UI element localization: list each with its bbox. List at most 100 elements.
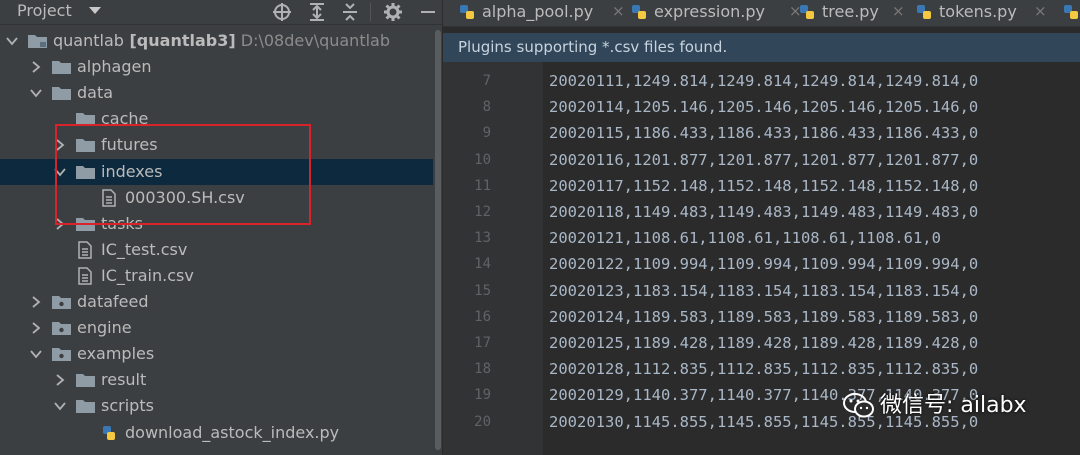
header-divider bbox=[370, 3, 371, 21]
tree-item[interactable]: indexes bbox=[0, 158, 442, 185]
chevron-right-icon[interactable] bbox=[54, 374, 66, 386]
project-scrollbar[interactable] bbox=[433, 26, 442, 455]
chevron-down-icon[interactable] bbox=[30, 348, 42, 360]
tree-item-label: futures bbox=[101, 132, 158, 158]
project-panel-title[interactable]: Project bbox=[17, 0, 72, 22]
line-number: 11 bbox=[474, 177, 491, 194]
chevron-right-icon[interactable] bbox=[30, 322, 42, 334]
tab-label: tree.py bbox=[822, 2, 879, 21]
tree-item-name: tasks bbox=[101, 213, 144, 233]
tree-item[interactable]: engine bbox=[0, 315, 442, 341]
tree-item-label: 000300.SH.csv bbox=[125, 185, 245, 211]
tree-item[interactable]: IC_train.csv bbox=[0, 263, 442, 289]
code-line[interactable]: 20020123,1183.154,1183.154,1183.154,1183… bbox=[549, 278, 978, 304]
code-line[interactable]: 20020128,1112.835,1112.835,1112.835,1112… bbox=[549, 356, 978, 382]
scrollbar-thumb[interactable] bbox=[435, 30, 441, 450]
chevron-down-icon[interactable] bbox=[6, 35, 18, 47]
tree-item[interactable]: quantlab [quantlab3] D:\08dev\quantlab bbox=[0, 28, 442, 54]
chevron-down-icon[interactable] bbox=[30, 87, 42, 99]
tree-item-name: indexes bbox=[101, 161, 163, 181]
line-number: 9 bbox=[482, 125, 491, 142]
line-number: 16 bbox=[474, 308, 491, 325]
folder-icon bbox=[52, 87, 71, 101]
folder-icon bbox=[52, 61, 71, 75]
tree-item-label: tasks bbox=[101, 211, 143, 237]
tree-item-label: scripts bbox=[101, 393, 154, 419]
tree-item[interactable]: alphagen bbox=[0, 54, 442, 80]
tree-item-name: result bbox=[101, 370, 147, 390]
line-number: 14 bbox=[474, 256, 491, 273]
line-number: 12 bbox=[474, 204, 491, 220]
tree-item[interactable]: scripts bbox=[0, 393, 442, 419]
tree-item-label: indexes bbox=[101, 159, 162, 185]
settings-gear-icon[interactable] bbox=[383, 2, 403, 22]
tree-item-name: IC_test.csv bbox=[101, 239, 188, 259]
tree-item[interactable]: result bbox=[0, 367, 442, 393]
tree-item-name: IC_train.csv bbox=[101, 265, 194, 285]
tree-item[interactable]: tasks bbox=[0, 211, 442, 237]
tree-item[interactable]: IC_test.csv bbox=[0, 237, 442, 263]
code-line[interactable]: 20020118,1149.483,1149.483,1149.483,1149… bbox=[549, 199, 978, 225]
code-line[interactable]: 20020125,1189.428,1189.428,1189.428,1189… bbox=[549, 330, 978, 356]
chevron-down-icon[interactable] bbox=[89, 7, 101, 14]
hide-panel-icon[interactable] bbox=[418, 2, 438, 22]
collapse-all-icon[interactable] bbox=[340, 2, 360, 22]
python-file-icon bbox=[632, 5, 646, 19]
chevron-down-icon[interactable] bbox=[54, 166, 66, 178]
package-folder-icon bbox=[52, 296, 71, 309]
line-number: 13 bbox=[474, 230, 491, 247]
chevron-right-icon[interactable] bbox=[54, 139, 66, 152]
chevron-down-icon[interactable] bbox=[54, 400, 66, 412]
tab-label: tokens.py bbox=[939, 2, 1017, 21]
tree-item[interactable]: futures bbox=[0, 132, 442, 158]
tree-item-name: examples bbox=[77, 344, 155, 364]
tree-item[interactable]: 000300.SH.csv bbox=[0, 185, 442, 211]
wechat-logo-icon bbox=[843, 393, 874, 418]
tree-item[interactable]: data bbox=[0, 80, 442, 106]
line-number-gutter: 7 8 9 10 11 12 13 14 15 16 17 18 19 20 bbox=[443, 62, 543, 455]
line-number: 10 bbox=[474, 151, 491, 168]
tree-item[interactable]: datafeed bbox=[0, 289, 442, 315]
tree-item-name: datafeed bbox=[77, 292, 149, 311]
code-line[interactable]: 20020124,1189.583,1189.583,1189.583,1189… bbox=[549, 304, 978, 330]
code-line[interactable]: 20020115,1186.433,1186.433,1186.433,1186… bbox=[549, 120, 978, 146]
tree-item-label: quantlab [quantlab3] D:\08dev\quantlab bbox=[53, 28, 390, 54]
expand-all-icon[interactable] bbox=[307, 2, 327, 22]
tree-item-label: alphagen bbox=[77, 54, 152, 80]
line-number: 20 bbox=[474, 413, 491, 430]
tree-item-label: data bbox=[77, 80, 113, 106]
tree-item[interactable]: cache bbox=[0, 106, 442, 132]
line-number: 15 bbox=[474, 282, 491, 299]
plugin-notice-banner: Plugins supporting *.csv files found. bbox=[443, 33, 1080, 62]
line-number: 17 bbox=[474, 335, 491, 351]
chevron-right-icon[interactable] bbox=[30, 61, 42, 73]
tree-item[interactable]: examples bbox=[0, 341, 442, 367]
tree-item-name: 000300.SH.csv bbox=[125, 187, 245, 207]
close-icon[interactable]: × bbox=[612, 0, 625, 23]
package-folder-icon bbox=[52, 322, 71, 336]
code-line[interactable]: 20020122,1109.994,1109.994,1109.994,1109… bbox=[549, 251, 978, 277]
code-line[interactable]: 20020111,1249.814,1249.814,1249.814,1249… bbox=[549, 68, 978, 94]
tree-item-label: examples bbox=[77, 341, 154, 367]
tree-item[interactable]: download_astock_index.py bbox=[0, 420, 442, 446]
watermark: 微信号: ailabx bbox=[843, 388, 1063, 428]
tree-item-name: engine bbox=[77, 318, 132, 338]
csv-file-icon bbox=[78, 241, 92, 259]
tree-item-label: result bbox=[101, 367, 146, 393]
code-line[interactable]: 20020117,1152.148,1152.148,1152.148,1152… bbox=[549, 173, 978, 199]
crosshair-icon[interactable] bbox=[272, 2, 292, 22]
folder-icon bbox=[76, 165, 95, 179]
code-line[interactable]: 20020121,1108.61,1108.61,1108.61,1108.61… bbox=[549, 225, 941, 251]
python-file-icon bbox=[460, 5, 474, 19]
code-line[interactable]: 20020116,1201.877,1201.877,1201.877,1201… bbox=[549, 147, 978, 173]
project-path: D:\08dev\quantlab bbox=[235, 31, 390, 50]
chevron-right-icon[interactable] bbox=[54, 217, 66, 230]
csv-file-icon bbox=[78, 267, 92, 285]
python-file-icon bbox=[917, 5, 931, 19]
code-line[interactable]: 20020114,1205.146,1205.146,1205.146,1205… bbox=[549, 94, 978, 120]
chevron-right-icon[interactable] bbox=[30, 296, 42, 308]
line-number: 8 bbox=[482, 99, 491, 116]
csv-file-icon bbox=[102, 188, 116, 207]
close-icon[interactable]: × bbox=[1034, 0, 1047, 23]
close-icon[interactable]: × bbox=[892, 0, 905, 23]
